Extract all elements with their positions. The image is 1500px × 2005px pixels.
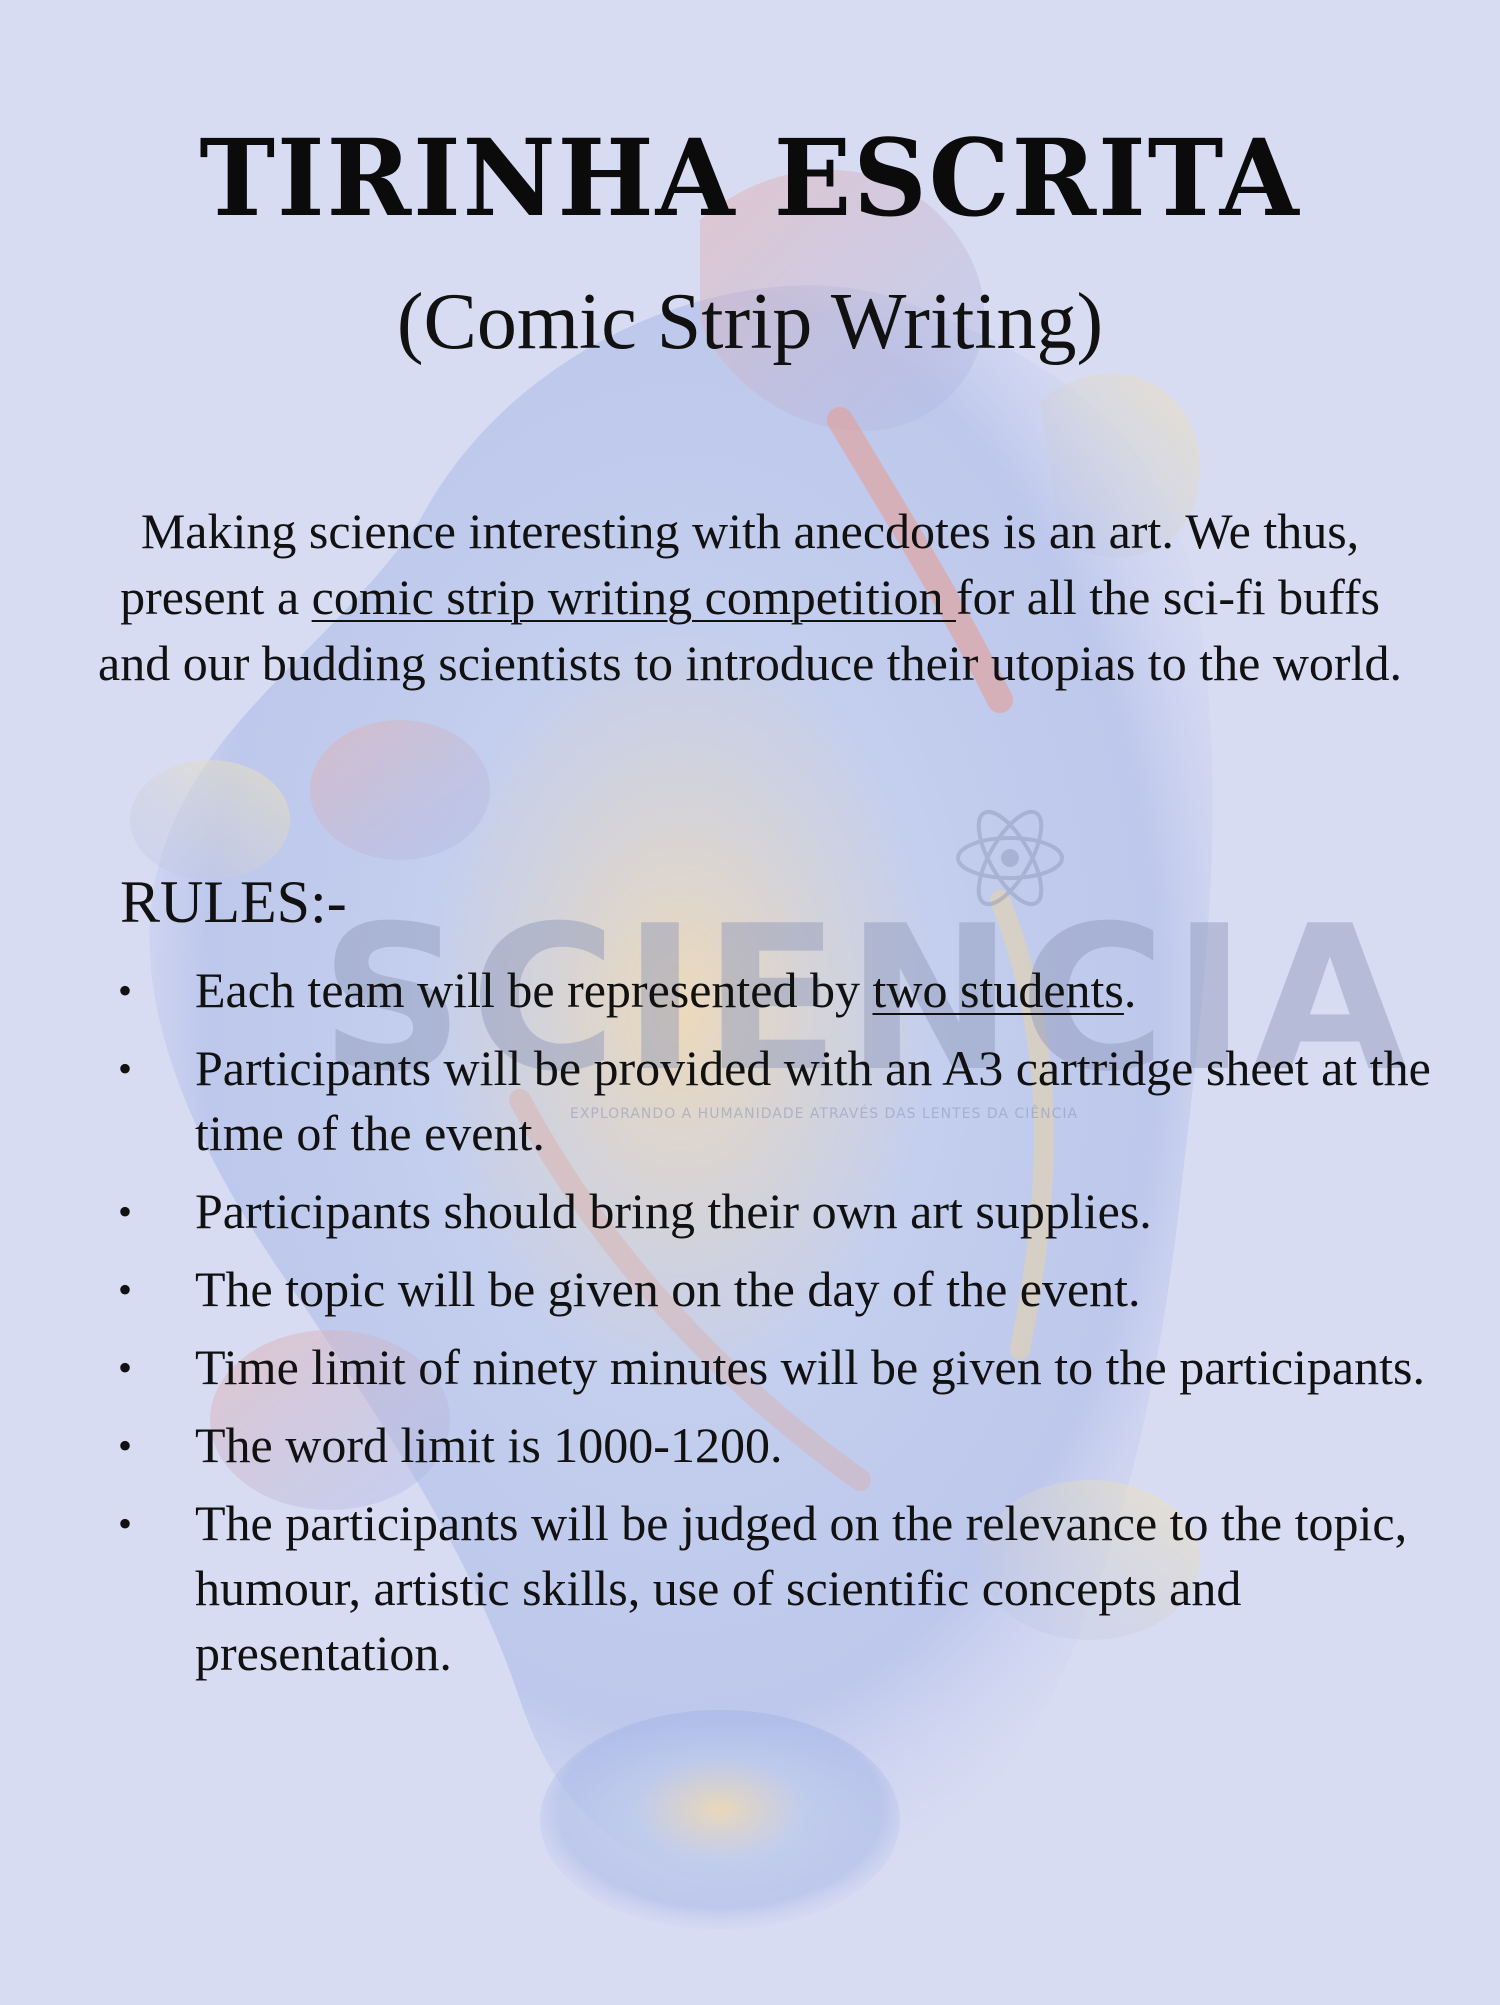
rule-item: • The word limit is 1000-1200. xyxy=(0,1413,1500,1478)
rule-text: Participants will be provided with an A3… xyxy=(195,1040,1431,1161)
rule-text: Time limit of ninety minutes will be giv… xyxy=(195,1339,1425,1395)
rules-heading: RULES:- xyxy=(120,869,347,935)
rule-item: • Participants should bring their own ar… xyxy=(0,1179,1500,1244)
bullet-icon: • xyxy=(118,1501,133,1546)
rule-item: • The topic will be given on the day of … xyxy=(0,1257,1500,1322)
bullet-icon: • xyxy=(118,1345,133,1390)
rule-text: The word limit is 1000-1200. xyxy=(195,1417,783,1473)
rule-underlined-text: two students xyxy=(872,962,1124,1018)
rules-list: • Each team will be represented by two s… xyxy=(0,958,1500,1699)
rule-text: The topic will be given on the day of th… xyxy=(195,1261,1141,1317)
intro-paragraph: Making science interesting with anecdote… xyxy=(80,498,1420,696)
rule-text-end: . xyxy=(1123,962,1137,1018)
rule-text: The participants will be judged on the r… xyxy=(195,1495,1408,1681)
rule-item: • Each team will be represented by two s… xyxy=(0,958,1500,1023)
rule-item: • The participants will be judged on the… xyxy=(0,1491,1500,1686)
bullet-icon: • xyxy=(118,968,133,1013)
rule-item: • Participants will be provided with an … xyxy=(0,1036,1500,1166)
page-title: TIRINHA ESCRITA xyxy=(199,115,1301,240)
competition-link-text: comic strip writing competition xyxy=(311,569,956,625)
page-subtitle: (Comic Strip Writing) xyxy=(396,278,1104,366)
bullet-icon: • xyxy=(118,1046,133,1091)
rule-text: Participants should bring their own art … xyxy=(195,1183,1152,1239)
bullet-icon: • xyxy=(118,1189,133,1234)
bullet-icon: • xyxy=(118,1267,133,1312)
rule-text: Each team will be represented by xyxy=(195,962,873,1018)
bullet-icon: • xyxy=(118,1423,133,1468)
page-content: TIRINHA ESCRITA (Comic Strip Writing) Ma… xyxy=(0,0,1500,2000)
rule-item: • Time limit of ninety minutes will be g… xyxy=(0,1335,1500,1400)
